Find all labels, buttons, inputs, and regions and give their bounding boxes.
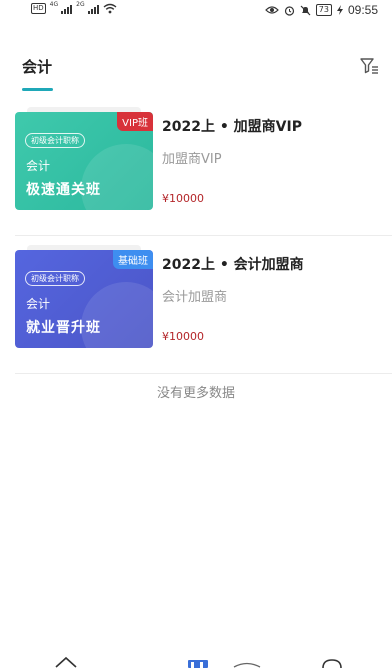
class-type-badge: 基础班 bbox=[113, 250, 153, 269]
cover-decoration bbox=[81, 282, 153, 348]
cover-tag: 初级会计职称 bbox=[25, 133, 85, 148]
clock: 09:55 bbox=[347, 3, 378, 17]
discover-icon[interactable] bbox=[232, 654, 262, 668]
eye-icon bbox=[264, 6, 279, 14]
course-cover: 基础班 初级会计职称 会计 就业晋升班 bbox=[15, 245, 153, 348]
class-type-badge: VIP班 bbox=[117, 112, 153, 131]
list-end-text: 没有更多数据 bbox=[156, 386, 235, 401]
course-price: ¥10000 bbox=[162, 192, 204, 205]
hd-indicator: HD bbox=[31, 3, 46, 14]
cover-tag: 初级会计职称 bbox=[25, 271, 85, 286]
status-bar: HD 4G 2G 73 09:55 bbox=[0, 0, 392, 20]
signal-icon bbox=[87, 3, 99, 14]
network-type-1: 4G bbox=[49, 1, 59, 8]
message-icon[interactable] bbox=[320, 654, 344, 668]
active-tab-indicator bbox=[22, 88, 53, 91]
cover-subject: 会计 bbox=[26, 159, 51, 173]
signal-icon bbox=[61, 3, 73, 14]
category-tabbar: 会计 bbox=[0, 48, 392, 93]
course-item[interactable]: 基础班 初级会计职称 会计 就业晋升班 2022上 • 会计加盟商 会计加盟商 … bbox=[15, 236, 392, 374]
course-icon[interactable] bbox=[186, 654, 210, 668]
cover-decoration bbox=[81, 144, 153, 210]
course-title[interactable]: 2022上 • 加盟商VIP bbox=[162, 116, 302, 136]
mute-icon bbox=[300, 5, 311, 15]
status-bar-right: 73 09:55 bbox=[264, 3, 378, 17]
status-bar-left: HD 4G 2G bbox=[31, 1, 117, 14]
divider bbox=[15, 373, 392, 374]
course-subtitle: 加盟商VIP bbox=[162, 152, 222, 167]
tab-accounting[interactable]: 会计 bbox=[22, 56, 52, 77]
wifi-icon bbox=[103, 3, 117, 14]
network-type-2: 2G bbox=[76, 1, 85, 8]
cover-subject: 会计 bbox=[26, 297, 51, 311]
cover-class-name: 就业晋升班 bbox=[26, 320, 101, 336]
charging-icon bbox=[336, 5, 343, 15]
alarm-icon bbox=[284, 5, 294, 16]
course-cover: VIP班 初级会计职称 会计 极速通关班 bbox=[15, 107, 153, 210]
home-icon[interactable] bbox=[54, 654, 78, 668]
cover-class-name: 极速通关班 bbox=[26, 182, 101, 198]
cover-card: VIP班 初级会计职称 会计 极速通关班 bbox=[15, 112, 153, 210]
battery-icon: 73 bbox=[315, 4, 332, 16]
course-subtitle: 会计加盟商 bbox=[162, 290, 228, 305]
filter-icon[interactable] bbox=[358, 55, 380, 77]
bottom-nav bbox=[0, 652, 392, 668]
cover-card: 基础班 初级会计职称 会计 就业晋升班 bbox=[15, 250, 153, 348]
course-item[interactable]: VIP班 初级会计职称 会计 极速通关班 2022上 • 加盟商VIP 加盟商V… bbox=[15, 98, 392, 236]
course-price: ¥10000 bbox=[162, 330, 204, 343]
course-title[interactable]: 2022上 • 会计加盟商 bbox=[162, 254, 304, 274]
